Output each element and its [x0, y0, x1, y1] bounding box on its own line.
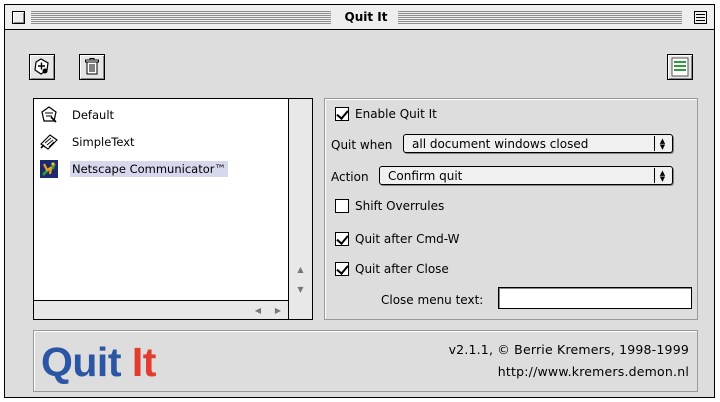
- quit-after-cmdw-option[interactable]: Quit after Cmd-W: [335, 232, 460, 246]
- shift-overrules-label: Shift Overrules: [355, 199, 445, 213]
- scroll-left-button[interactable]: ◀: [248, 301, 268, 319]
- list-item[interactable]: Netscape Communicator™: [38, 158, 228, 180]
- quit-when-value: all document windows closed: [412, 136, 589, 151]
- quit-after-close-label: Quit after Close: [355, 262, 449, 276]
- list-window-icon: [671, 57, 689, 77]
- logo-it-text: It: [131, 339, 157, 385]
- netscape-icon: [38, 158, 60, 180]
- list-item-label: Default: [72, 108, 115, 122]
- popup-arrows-icon: ▲ ▼: [654, 136, 670, 151]
- settings-panel: Enable Quit It Quit when all document wi…: [324, 98, 698, 320]
- list-item-label: Netscape Communicator™: [70, 161, 228, 177]
- quit-after-close-checkbox[interactable]: [335, 262, 349, 276]
- action-label: Action: [331, 169, 369, 184]
- triangle-down-icon: ▼: [297, 284, 304, 294]
- enable-quit-it-label: Enable Quit It: [355, 107, 437, 121]
- zoom-box[interactable]: [694, 11, 707, 24]
- quit-it-window: Quit It Default SimpleText Netscape Comm…: [4, 4, 715, 398]
- title-bar-stripes-left: [31, 11, 331, 24]
- list-window-button[interactable]: [667, 54, 693, 80]
- logo-quit-text: Quit: [41, 339, 121, 385]
- vertical-scrollbar[interactable]: ▲ ▼: [288, 99, 312, 319]
- application-list[interactable]: Default SimpleText Netscape Communicator…: [33, 98, 313, 320]
- close-box[interactable]: [12, 11, 25, 24]
- close-menu-text-row: Close menu text:: [381, 289, 483, 311]
- quit-after-close-option[interactable]: Quit after Close: [335, 262, 449, 276]
- triangle-left-icon: ◀: [254, 305, 262, 315]
- website-url: http://www.kremers.demon.nl: [497, 364, 689, 379]
- simpletext-icon: [38, 131, 60, 153]
- list-item[interactable]: Default: [38, 104, 116, 126]
- scroll-right-button[interactable]: ▶: [268, 301, 288, 319]
- list-item-label: SimpleText: [72, 135, 135, 149]
- quit-after-cmdw-label: Quit after Cmd-W: [355, 232, 460, 246]
- quit-when-row: Quit when: [331, 135, 392, 154]
- enable-quit-it-checkbox[interactable]: [335, 107, 349, 121]
- credits: v2.1.1, © Berrie Kremers, 1998-1999 http…: [449, 339, 689, 383]
- shift-overrules-checkbox[interactable]: [335, 199, 349, 213]
- version-line: v2.1.1, © Berrie Kremers, 1998-1999: [448, 342, 689, 357]
- triangle-right-icon: ▶: [274, 305, 282, 315]
- scroll-down-button[interactable]: ▼: [289, 279, 312, 299]
- delete-application-button[interactable]: [79, 54, 105, 80]
- title-bar-stripes-right: [398, 11, 682, 24]
- default-application-icon: [38, 104, 60, 126]
- close-menu-text-field[interactable]: [498, 287, 692, 309]
- about-panel: Quit It v2.1.1, © Berrie Kremers, 1998-1…: [33, 330, 698, 392]
- action-popup[interactable]: Confirm quit ▲ ▼: [379, 166, 673, 185]
- enable-quit-it-option[interactable]: Enable Quit It: [335, 107, 437, 121]
- quit-it-logo: Quit It: [41, 338, 156, 386]
- horizontal-scrollbar[interactable]: ◀ ▶: [34, 300, 288, 319]
- quit-when-label: Quit when: [331, 137, 393, 152]
- trash-icon: [85, 58, 99, 75]
- window-title: Quit It: [344, 10, 388, 24]
- shift-overrules-option[interactable]: Shift Overrules: [335, 199, 444, 213]
- scroll-up-button[interactable]: ▲: [289, 259, 312, 279]
- title-bar[interactable]: Quit It: [5, 5, 714, 30]
- list-item[interactable]: SimpleText: [38, 131, 137, 153]
- add-application-button[interactable]: [29, 54, 55, 80]
- close-menu-text-label: Close menu text:: [381, 293, 484, 307]
- add-application-icon: [34, 58, 49, 75]
- popup-arrows-icon: ▲ ▼: [654, 168, 670, 183]
- quit-after-cmdw-checkbox[interactable]: [335, 232, 349, 246]
- action-value: Confirm quit: [388, 168, 463, 183]
- triangle-up-icon: ▲: [297, 264, 304, 274]
- action-row: Action: [331, 167, 369, 186]
- quit-when-popup[interactable]: all document windows closed ▲ ▼: [403, 134, 673, 153]
